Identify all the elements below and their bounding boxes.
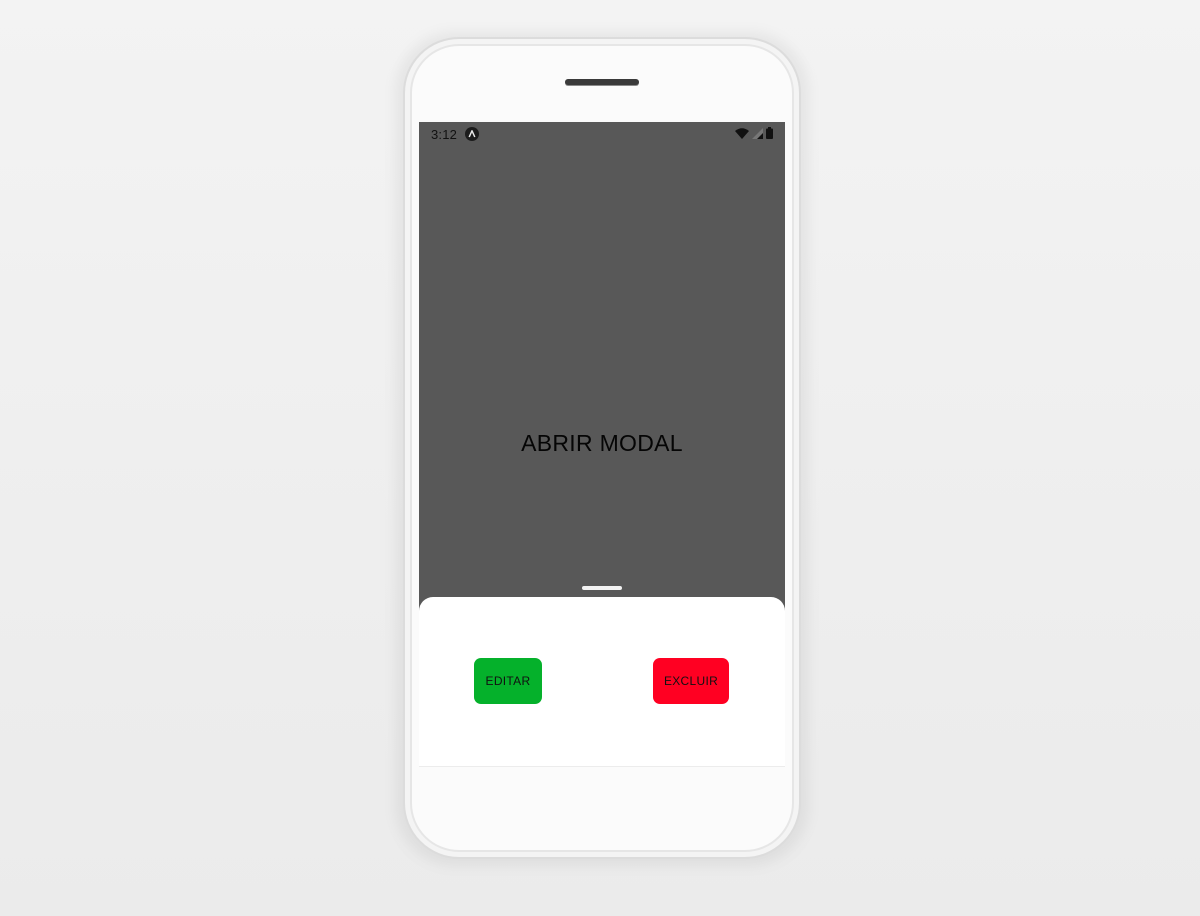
edit-button[interactable]: EDITAR — [474, 658, 542, 704]
status-icons — [735, 127, 773, 142]
wifi-icon — [735, 127, 749, 142]
battery-icon — [766, 127, 773, 142]
letter-a-circle-icon — [465, 127, 479, 141]
cell-signal-icon — [752, 127, 763, 142]
phone-speaker — [565, 79, 639, 85]
delete-button[interactable]: EXCLUIR — [653, 658, 729, 704]
open-modal-text[interactable]: ABRIR MODAL — [419, 430, 785, 457]
bottom-sheet-modal: EDITAR EXCLUIR — [419, 597, 785, 766]
status-time: 3:12 — [431, 127, 458, 142]
status-bar: 3:12 — [419, 122, 785, 146]
sheet-drag-handle[interactable] — [582, 586, 622, 590]
phone-screen: 3:12 ABRIR MODAL EDITAR EXCLUIR — [419, 122, 785, 766]
screen-bottom-edge — [419, 766, 785, 767]
